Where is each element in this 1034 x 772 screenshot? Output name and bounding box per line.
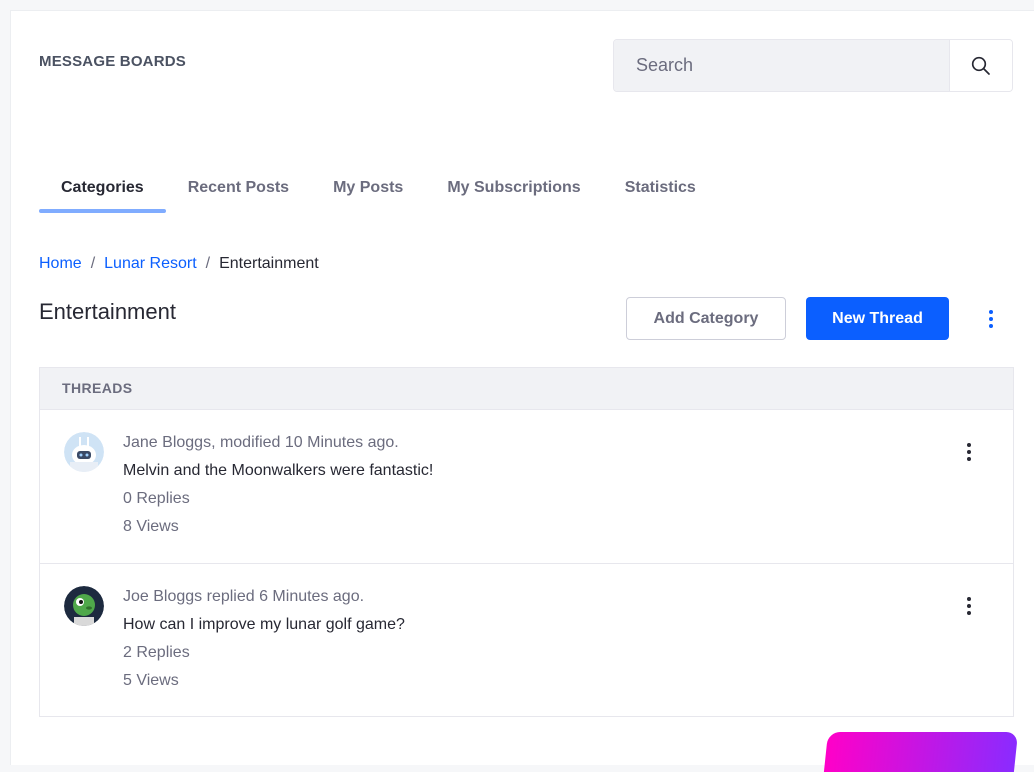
thread-replies: 0 Replies (123, 490, 190, 507)
add-category-button[interactable]: Add Category (626, 297, 786, 340)
thread-actions-kebab-icon[interactable] (959, 438, 979, 466)
breadcrumb-separator: / (90, 255, 96, 272)
thread-views: 5 Views (123, 672, 179, 689)
thread-item: Jane Bloggs, modified 10 Minutes ago. Me… (40, 410, 1013, 564)
new-thread-button[interactable]: New Thread (806, 297, 949, 340)
tab-categories[interactable]: Categories (39, 171, 166, 213)
breadcrumb-home[interactable]: Home (39, 255, 82, 273)
breadcrumb-lunar-resort[interactable]: Lunar Resort (104, 255, 197, 273)
threads-list: THREADS Jane Bloggs, modified 10 Minutes… (39, 367, 1014, 717)
thread-views: 8 Views (123, 518, 179, 535)
thread-meta: Joe Bloggs replied 6 Minutes ago. (123, 588, 365, 605)
tab-my-subscriptions[interactable]: My Subscriptions (425, 171, 602, 213)
decorative-promo-shape (823, 732, 1019, 772)
alien-avatar (64, 586, 104, 626)
breadcrumb: Home / Lunar Resort / Entertainment (39, 255, 319, 273)
thread-replies: 2 Replies (123, 644, 190, 661)
astronaut-avatar (64, 432, 104, 472)
search-input[interactable] (614, 40, 949, 91)
page-title: Entertainment (39, 299, 176, 324)
navigation-tabs: Categories Recent Posts My Posts My Subs… (39, 171, 718, 213)
breadcrumb-separator: / (205, 255, 211, 272)
thread-actions-kebab-icon[interactable] (959, 592, 979, 620)
page-actions-kebab-icon[interactable] (981, 305, 1001, 333)
thread-title[interactable]: How can I improve my lunar golf game? (123, 616, 405, 634)
message-boards-panel: MESSAGE BOARDS Categories Recent Posts M… (10, 10, 1034, 765)
breadcrumb-current: Entertainment (219, 255, 319, 272)
tab-recent-posts[interactable]: Recent Posts (166, 171, 311, 213)
app-title: MESSAGE BOARDS (39, 53, 186, 70)
tab-statistics[interactable]: Statistics (603, 171, 718, 213)
search-bar (613, 39, 1013, 92)
thread-item: Joe Bloggs replied 6 Minutes ago. How ca… (40, 564, 1013, 716)
thread-meta: Jane Bloggs, modified 10 Minutes ago. (123, 434, 399, 451)
search-icon (971, 56, 990, 75)
search-button[interactable] (949, 40, 1012, 91)
tab-my-posts[interactable]: My Posts (311, 171, 425, 213)
threads-header: THREADS (40, 368, 1013, 410)
thread-title[interactable]: Melvin and the Moonwalkers were fantasti… (123, 462, 433, 480)
